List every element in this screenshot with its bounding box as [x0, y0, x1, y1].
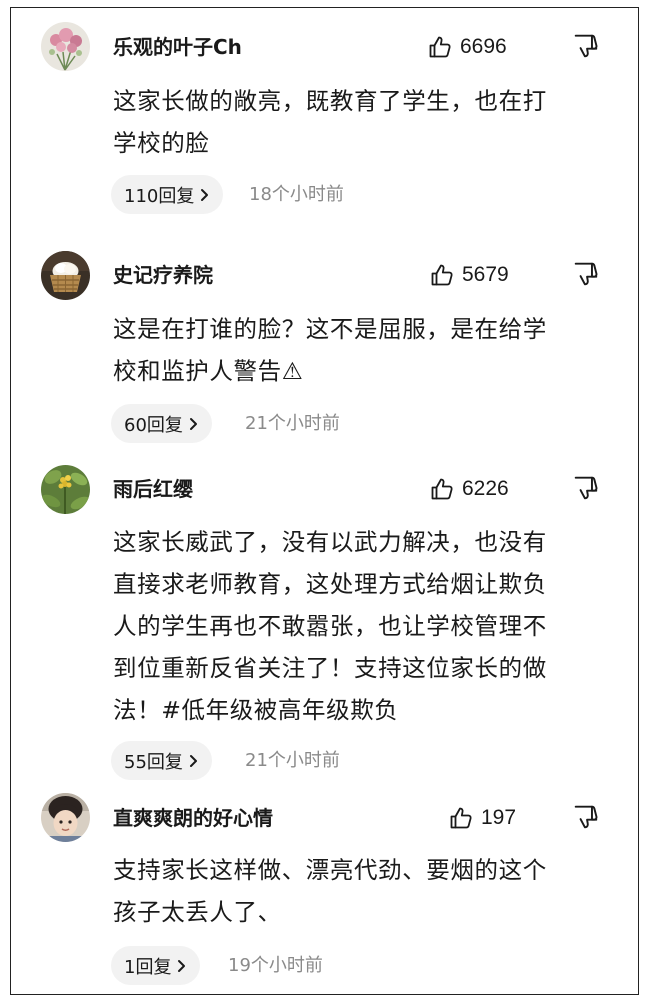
- comment-text-line: 校和监护人警告⚠: [113, 357, 304, 385]
- comment-text-line: 这家长做的敞亮，既教育了学生，也在打: [113, 87, 547, 115]
- like-button[interactable]: 6696: [428, 33, 507, 61]
- username[interactable]: 直爽爽朗的好心情: [113, 806, 273, 830]
- comment-text: 支持家长这样做、漂亮代劲、要烟的这个 孩子太丢人了、: [113, 849, 613, 933]
- replies-button[interactable]: 110回复: [111, 175, 224, 214]
- comment-time: 21个小时前: [245, 413, 340, 434]
- comment-text-line: 这家长威武了，没有以武力解决，也没有: [113, 528, 547, 556]
- like-count: 6226: [462, 477, 509, 500]
- like-count: 6696: [460, 35, 507, 58]
- chevron-right-icon: [189, 417, 198, 431]
- reply-count: 110回复: [124, 185, 195, 207]
- like-count: 5679: [462, 263, 509, 286]
- user-avatar[interactable]: [41, 793, 90, 842]
- comment-text-line: 孩子太丢人了、: [113, 898, 282, 926]
- thumbs-up-icon: [428, 35, 452, 59]
- thumbs-down-icon: [573, 804, 601, 830]
- reply-count: 1回复: [124, 956, 172, 978]
- like-count: 197: [481, 806, 517, 829]
- replies-button[interactable]: 1回复: [111, 946, 201, 985]
- thumbs-down-icon: [573, 261, 601, 287]
- like-button[interactable]: 197: [449, 804, 516, 832]
- dislike-button[interactable]: [573, 33, 601, 61]
- chevron-right-icon: [200, 188, 209, 202]
- comment-text: 这家长做的敞亮，既教育了学生，也在打 学校的脸: [113, 80, 613, 164]
- comment-text-line: 直接求老师教育，这处理方式给烟让欺负: [113, 570, 547, 598]
- replies-button[interactable]: 60回复: [111, 404, 212, 443]
- comment-time: 19个小时前: [228, 955, 323, 976]
- user-avatar[interactable]: [41, 465, 90, 514]
- comment-text: 这家长威武了，没有以武力解决，也没有 直接求老师教育，这处理方式给烟让欺负 人的…: [113, 521, 613, 731]
- reply-count: 55回复: [124, 751, 183, 773]
- thumbs-down-icon: [573, 33, 601, 59]
- user-avatar[interactable]: [41, 22, 90, 71]
- thumbs-down-icon: [573, 475, 601, 501]
- chevron-right-icon: [189, 754, 198, 768]
- dislike-button[interactable]: [573, 261, 601, 289]
- comment-text: 这是在打谁的脸？这不是屈服，是在给学 校和监护人警告⚠: [113, 308, 613, 392]
- comment-text-line: 人的学生再也不敢嚣张，也让学校管理不: [113, 612, 547, 640]
- user-avatar[interactable]: [41, 251, 90, 300]
- username[interactable]: 乐观的叶子Ch: [113, 35, 242, 59]
- comment-text-line: 到位重新反省关注了！支持这位家长的做: [113, 654, 547, 682]
- comment-time: 21个小时前: [245, 750, 340, 771]
- comment-time: 18个小时前: [249, 184, 344, 205]
- thumbs-up-icon: [430, 263, 454, 287]
- like-button[interactable]: 6226: [430, 475, 509, 503]
- comment-text-line: 这是在打谁的脸？这不是屈服，是在给学: [113, 315, 547, 343]
- comment-text-line: 支持家长这样做、漂亮代劲、要烟的这个: [113, 856, 547, 884]
- comment-text-line: 学校的脸: [113, 129, 210, 157]
- chevron-right-icon: [177, 959, 186, 973]
- like-button[interactable]: 5679: [430, 261, 509, 289]
- replies-button[interactable]: 55回复: [111, 741, 212, 780]
- username[interactable]: 雨后红缨: [113, 477, 193, 501]
- dislike-button[interactable]: [573, 475, 601, 503]
- username[interactable]: 史记疗养院: [113, 263, 213, 287]
- reply-count: 60回复: [124, 414, 183, 436]
- comment-text-line: 法！#低年级被高年级欺负: [113, 696, 399, 724]
- dislike-button[interactable]: [573, 804, 601, 832]
- thumbs-up-icon: [449, 806, 473, 830]
- thumbs-up-icon: [430, 477, 454, 501]
